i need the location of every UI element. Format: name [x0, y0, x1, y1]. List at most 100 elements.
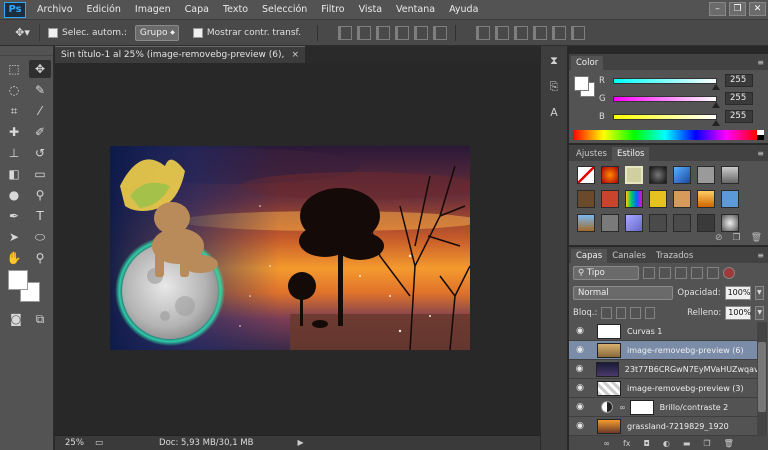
- auto-select-dropdown[interactable]: Grupo: [134, 24, 179, 41]
- layer-row[interactable]: ◉ 23t77B6CRGwN7EyMVaHUZwqav...: [569, 360, 757, 379]
- zoom-tool-icon[interactable]: ⚲: [29, 249, 51, 267]
- tab-color[interactable]: Color: [571, 56, 604, 70]
- style-swatch[interactable]: [649, 166, 667, 184]
- move-tool-preset-icon[interactable]: ✥▾: [6, 23, 40, 42]
- opacity-dropdown-icon[interactable]: ▼: [754, 286, 764, 300]
- style-swatch[interactable]: [625, 214, 643, 232]
- style-swatch[interactable]: [601, 166, 619, 184]
- distribute-top-icon[interactable]: [475, 25, 490, 40]
- menu-filtro[interactable]: Filtro: [314, 0, 351, 20]
- blue-slider[interactable]: [613, 113, 720, 126]
- style-swatch[interactable]: [721, 190, 739, 208]
- status-icon[interactable]: ▭: [95, 436, 103, 450]
- lasso-tool-icon[interactable]: ◌: [3, 81, 25, 99]
- auto-select-checkbox[interactable]: [48, 27, 58, 38]
- history-panel-icon[interactable]: ⧗: [544, 52, 564, 70]
- style-swatch[interactable]: [625, 190, 643, 208]
- style-swatch[interactable]: [673, 166, 691, 184]
- distribute-left-icon[interactable]: [532, 25, 547, 40]
- align-left-icon[interactable]: [394, 25, 409, 40]
- status-menu-arrow-icon[interactable]: ▶: [297, 436, 303, 450]
- healing-brush-icon[interactable]: ✚: [3, 123, 25, 141]
- blue-value-input[interactable]: 255: [725, 110, 753, 123]
- style-swatch[interactable]: [673, 214, 691, 232]
- close-tab-icon[interactable]: ×: [291, 47, 299, 64]
- ellipse-tool-icon[interactable]: ⬭: [29, 228, 51, 246]
- green-slider[interactable]: [613, 95, 720, 108]
- menu-ayuda[interactable]: Ayuda: [442, 0, 485, 20]
- toolbar-grip[interactable]: [0, 46, 53, 56]
- lock-all-icon[interactable]: [644, 307, 656, 319]
- align-bottom-icon[interactable]: [375, 25, 390, 40]
- menu-ventana[interactable]: Ventana: [389, 0, 442, 20]
- brush-tool-icon[interactable]: ✐: [29, 123, 51, 141]
- quick-select-tool-icon[interactable]: ✎: [29, 81, 51, 99]
- visibility-eye-icon[interactable]: ◉: [573, 326, 587, 336]
- layers-scrollbar-thumb[interactable]: [758, 342, 766, 412]
- filter-shape-icon[interactable]: [691, 267, 703, 279]
- menu-archivo[interactable]: Archivo: [30, 0, 80, 20]
- menu-vista[interactable]: Vista: [352, 0, 389, 20]
- fill-input[interactable]: 100%: [725, 306, 752, 320]
- styles-panel-menu-icon[interactable]: ≡: [757, 147, 764, 161]
- visibility-eye-icon[interactable]: ◉: [573, 402, 587, 412]
- layer-filter-dropdown[interactable]: ⚲ Tipo: [573, 266, 639, 280]
- filter-toggle-icon[interactable]: [723, 267, 735, 279]
- path-select-tool-icon[interactable]: ➤: [3, 228, 25, 246]
- delete-style-icon[interactable]: 🗑: [751, 233, 762, 243]
- marquee-tool-icon[interactable]: ⬚: [3, 60, 25, 78]
- style-swatch[interactable]: [721, 214, 739, 232]
- gradient-tool-icon[interactable]: ▭: [29, 165, 51, 183]
- style-swatch[interactable]: [601, 190, 619, 208]
- lock-position-icon[interactable]: [630, 307, 641, 319]
- new-layer-icon[interactable]: ❐: [703, 439, 710, 448]
- type-tool-icon[interactable]: T: [29, 207, 51, 225]
- layer-row[interactable]: ◉ image-removebg-preview (6): [569, 341, 757, 360]
- pen-tool-icon[interactable]: ✒: [3, 207, 25, 225]
- visibility-eye-icon[interactable]: ◉: [573, 383, 587, 393]
- style-swatch[interactable]: [577, 214, 595, 232]
- link-layers-icon[interactable]: ∞: [603, 439, 610, 448]
- quick-mask-icon[interactable]: ◙: [5, 310, 27, 328]
- menu-capa[interactable]: Capa: [178, 0, 216, 20]
- screen-mode-icon[interactable]: ⧉: [29, 310, 51, 328]
- document-tab[interactable]: Sin título-1 al 25% (image-removebg-prev…: [55, 46, 305, 77]
- filter-pixel-icon[interactable]: [643, 267, 655, 279]
- distribute-right-icon[interactable]: [570, 25, 585, 40]
- menu-imagen[interactable]: Imagen: [128, 0, 178, 20]
- red-slider-thumb[interactable]: [712, 83, 720, 90]
- style-swatch[interactable]: [697, 166, 715, 184]
- filter-smart-icon[interactable]: [707, 267, 719, 279]
- clear-style-icon[interactable]: ⊘: [715, 233, 723, 243]
- lock-image-icon[interactable]: [615, 307, 627, 319]
- blend-mode-dropdown[interactable]: Normal: [573, 286, 674, 300]
- menu-texto[interactable]: Texto: [216, 0, 255, 20]
- eyedropper-tool-icon[interactable]: ⁄: [29, 102, 51, 120]
- style-swatch[interactable]: [697, 214, 715, 232]
- layers-panel-menu-icon[interactable]: ≡: [757, 249, 764, 263]
- new-style-icon[interactable]: ❐: [732, 233, 740, 243]
- dodge-tool-icon[interactable]: ⚲: [29, 186, 51, 204]
- link-chain-icon[interactable]: ∞: [619, 403, 626, 412]
- tab-styles[interactable]: Estilos: [611, 147, 650, 161]
- new-adjustment-icon[interactable]: ◐: [663, 439, 670, 448]
- zoom-level[interactable]: 25%: [55, 436, 95, 450]
- style-swatch[interactable]: [625, 166, 643, 184]
- visibility-eye-icon[interactable]: ◉: [573, 421, 587, 431]
- character-panel-icon[interactable]: A: [544, 104, 564, 122]
- visibility-eye-icon[interactable]: ◉: [573, 364, 586, 374]
- move-tool-icon[interactable]: ✥: [29, 60, 51, 78]
- align-right-icon[interactable]: [432, 25, 447, 40]
- color-spectrum-bar[interactable]: [573, 130, 757, 140]
- style-swatch[interactable]: [673, 190, 691, 208]
- style-swatch[interactable]: [721, 166, 739, 184]
- lock-transparent-icon[interactable]: [601, 307, 612, 319]
- distribute-vcenter-icon[interactable]: [494, 25, 509, 40]
- layer-row[interactable]: ◉ image-removebg-preview (3): [569, 379, 757, 398]
- color-panel-menu-icon[interactable]: ≡: [757, 56, 764, 70]
- style-swatch[interactable]: [577, 166, 595, 184]
- align-hcenter-icon[interactable]: [413, 25, 428, 40]
- red-slider[interactable]: [613, 77, 720, 90]
- add-mask-icon[interactable]: ◘: [644, 439, 650, 448]
- blue-slider-thumb[interactable]: [712, 119, 720, 126]
